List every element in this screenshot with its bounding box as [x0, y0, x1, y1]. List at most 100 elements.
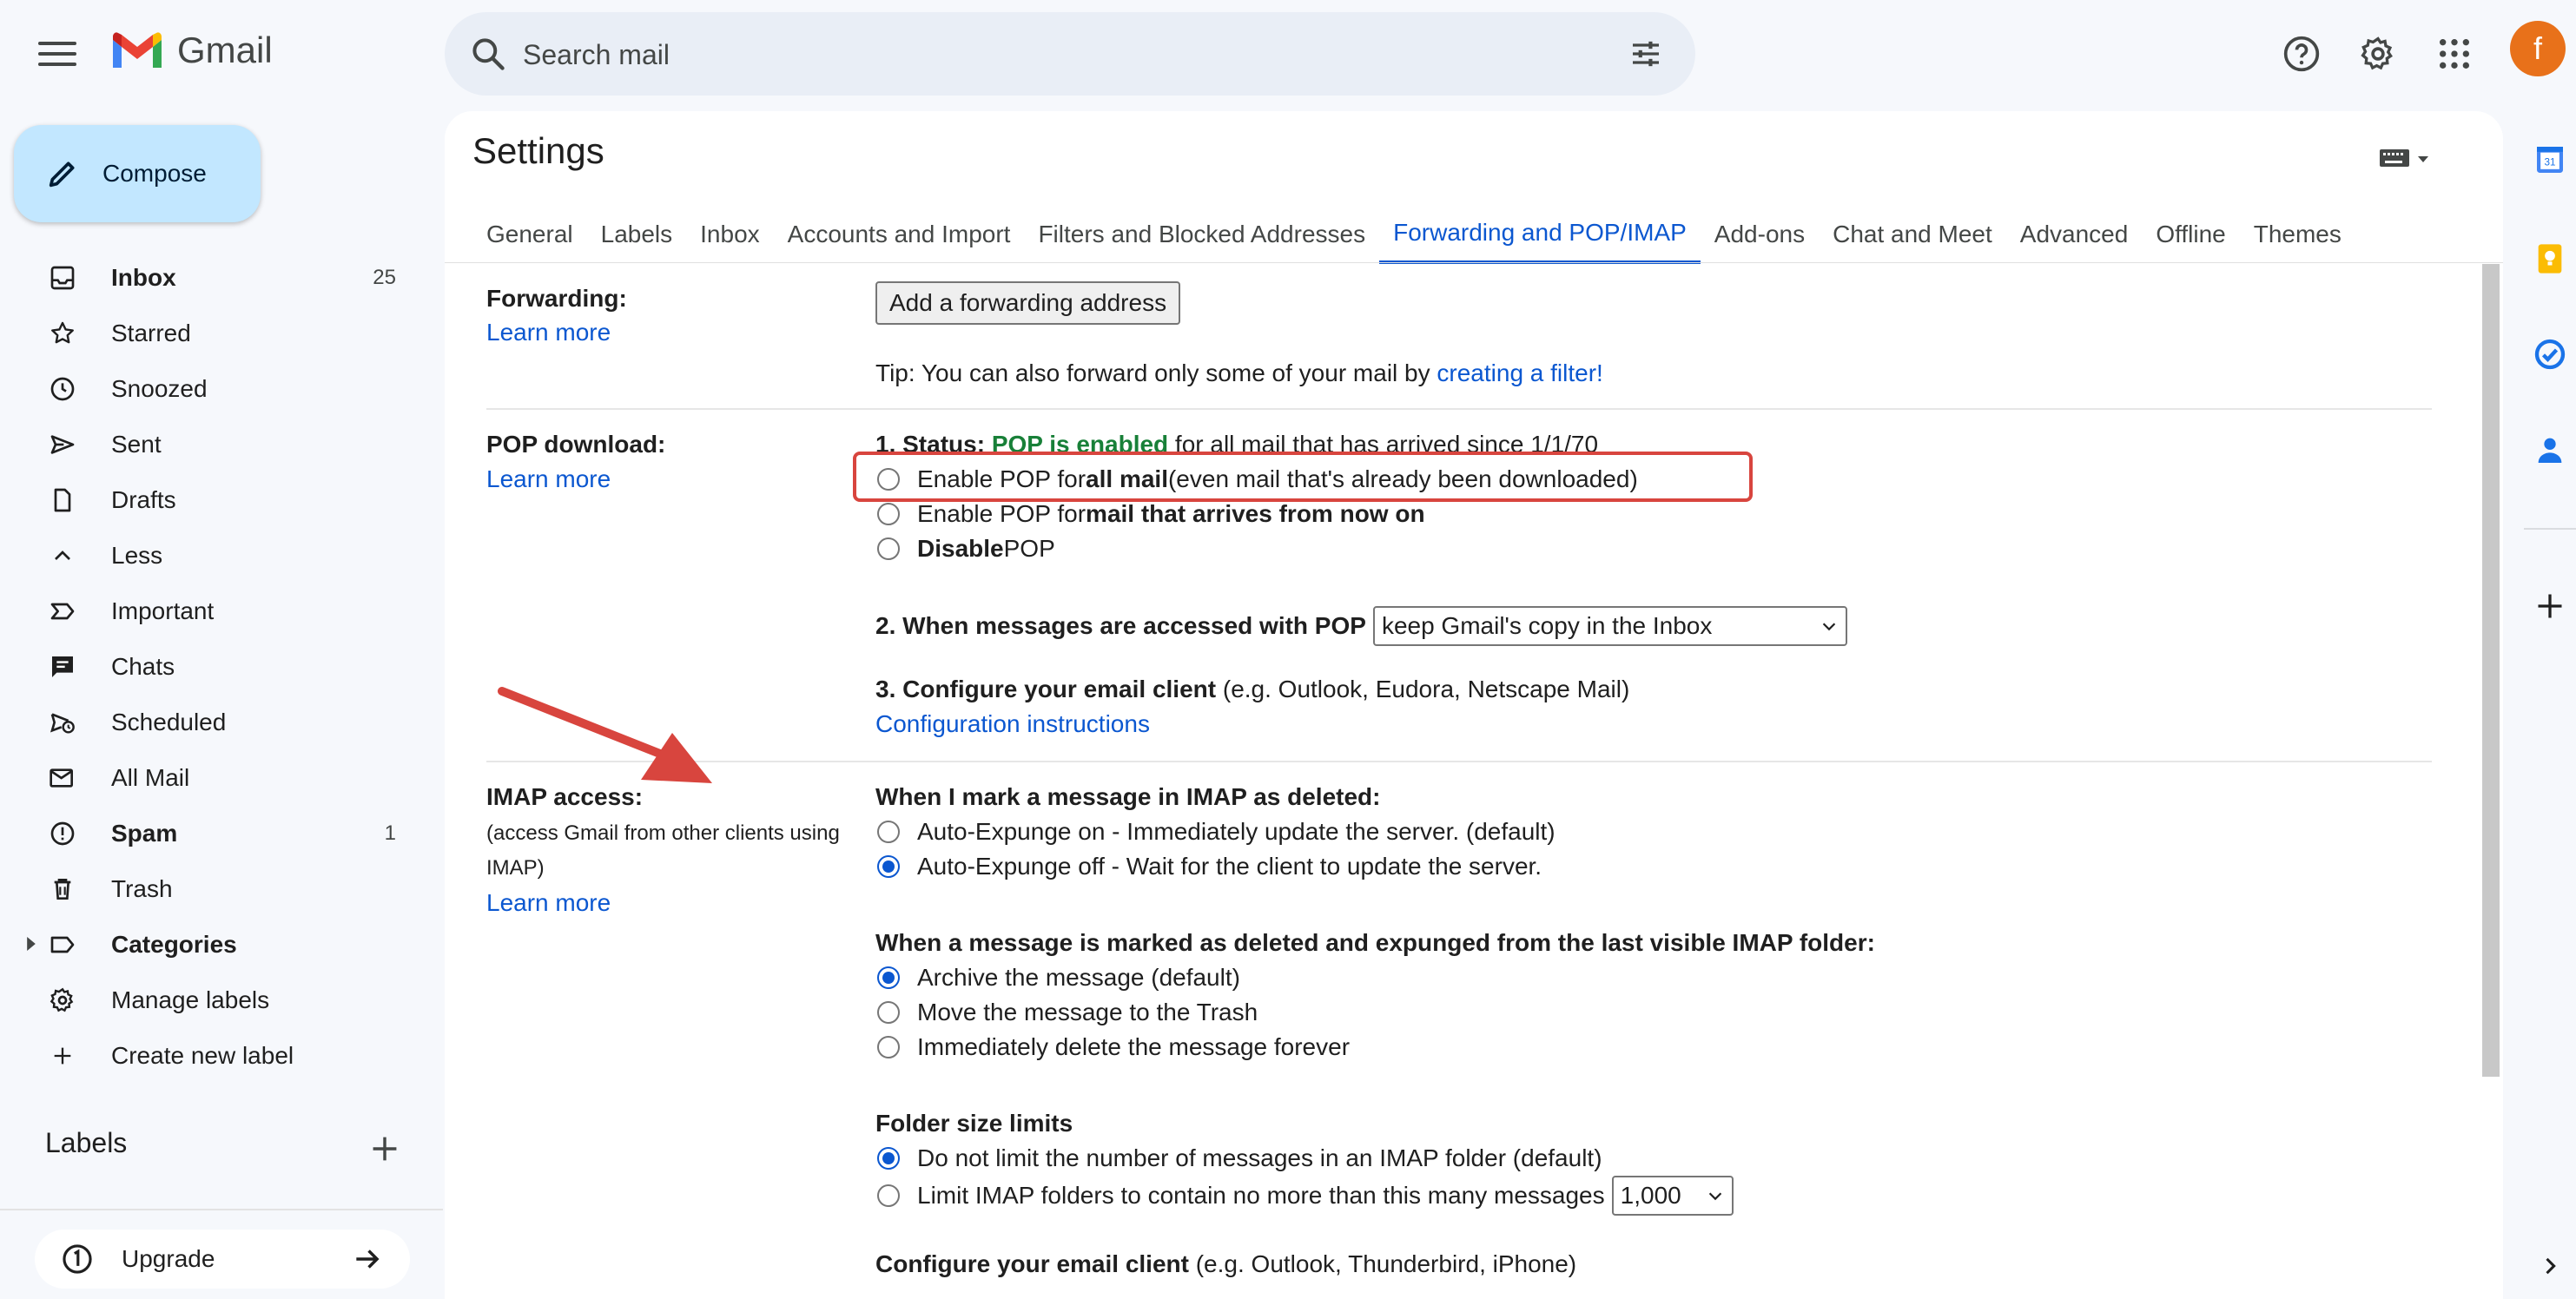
archive-message-radio[interactable] [877, 966, 900, 989]
plus-icon [45, 1039, 80, 1073]
account-avatar[interactable]: f [2510, 21, 2566, 76]
sidebar-item-sent[interactable]: Sent [0, 417, 434, 472]
imap-expunged-option-2[interactable]: Move the message to the Trash [877, 999, 1258, 1026]
arrow-right-icon [356, 1250, 380, 1269]
sidebar-item-chats[interactable]: Chats [0, 639, 434, 695]
forwarding-section-title: Forwarding: [486, 285, 627, 312]
input-tools-keyboard-icon[interactable] [2376, 144, 2437, 178]
star-icon [45, 316, 80, 351]
tabs-divider [445, 262, 2503, 263]
imap-subtitle: (access Gmail from other clients using I… [486, 821, 840, 880]
pop-option-from-now-on[interactable]: Enable POP for mail that arrives from no… [877, 500, 1425, 528]
scheduled-send-icon [45, 705, 80, 740]
pencil-icon [49, 162, 75, 188]
tab-offline[interactable]: Offline [2142, 205, 2239, 264]
creating-filter-link[interactable]: creating a filter! [1437, 359, 1602, 386]
section-divider [486, 761, 2432, 762]
settings-scrollbar[interactable] [2482, 264, 2500, 1077]
folder-size-option-1[interactable]: Do not limit the number of messages in a… [877, 1144, 1602, 1172]
help-icon[interactable] [2275, 28, 2328, 80]
keep-icon[interactable] [2531, 240, 2569, 278]
tab-general[interactable]: General [472, 205, 587, 264]
sidebar-item-important[interactable]: Important [0, 584, 434, 639]
settings-tabs: General Labels Inbox Accounts and Import… [472, 205, 2355, 264]
pop-option-all-mail[interactable]: Enable POP for all mail (even mail that'… [877, 465, 1638, 493]
pop-access-select[interactable]: keep Gmail's copy in the Inbox [1372, 606, 1847, 646]
pop-learn-more-link[interactable]: Learn more [486, 465, 611, 493]
pop-from-now-radio[interactable] [877, 503, 900, 525]
forwarding-learn-more-link[interactable]: Learn more [486, 319, 611, 346]
delete-forever-radio[interactable] [877, 1036, 900, 1058]
auto-expunge-off-radio[interactable] [877, 855, 900, 878]
pop-access-setting: 2. When messages are accessed with POP k… [875, 606, 1847, 646]
add-label-plus-icon[interactable] [365, 1129, 405, 1173]
chevron-down-icon [1708, 1192, 1721, 1201]
search-input[interactable] [521, 12, 1567, 97]
sidebar-item-less[interactable]: Less [0, 528, 434, 584]
gmail-m-icon [113, 32, 162, 68]
contacts-icon[interactable] [2531, 431, 2569, 469]
sidebar-item-categories[interactable]: Categories [0, 917, 434, 973]
chevron-up-icon [45, 538, 80, 573]
limit-folders-radio[interactable] [877, 1184, 900, 1207]
tab-inbox[interactable]: Inbox [686, 205, 774, 264]
important-label-icon [45, 594, 80, 629]
search-options-icon[interactable] [1628, 36, 1664, 71]
tab-accounts-and-import[interactable]: Accounts and Import [774, 205, 1025, 264]
sidebar-item-snoozed[interactable]: Snoozed [0, 361, 434, 417]
imap-expunged-option-3[interactable]: Immediately delete the message forever [877, 1033, 1350, 1061]
sidebar-item-scheduled[interactable]: Scheduled [0, 695, 434, 750]
tab-filters-and-blocked-addresses[interactable]: Filters and Blocked Addresses [1024, 205, 1379, 264]
folder-size-option-2[interactable]: Limit IMAP folders to contain no more th… [877, 1176, 1734, 1216]
settings-gear-icon[interactable] [2352, 28, 2404, 80]
get-addons-plus-icon[interactable] [2531, 587, 2569, 625]
tab-themes[interactable]: Themes [2240, 205, 2355, 264]
sidebar-item-spam[interactable]: Spam 1 [0, 806, 434, 861]
pop-all-mail-radio[interactable] [877, 468, 900, 491]
tab-forwarding-and-pop-imap[interactable]: Forwarding and POP/IMAP [1379, 205, 1701, 264]
tasks-icon[interactable] [2531, 335, 2569, 373]
compose-button[interactable]: Compose [14, 125, 261, 222]
chevron-down-icon [1822, 623, 1836, 631]
gmail-logo[interactable]: Gmail [109, 30, 273, 71]
pop-option-disable[interactable]: Disable POP [877, 535, 1055, 563]
sidebar-item-drafts[interactable]: Drafts [0, 472, 434, 528]
move-to-trash-radio[interactable] [877, 1001, 900, 1024]
sidebar-item-trash[interactable]: Trash [0, 861, 434, 917]
imap-deleted-option-2[interactable]: Auto-Expunge off - Wait for the client t… [877, 853, 1542, 880]
inbox-count: 25 [373, 266, 396, 289]
sidebar-item-starred[interactable]: Starred [0, 306, 434, 361]
configuration-instructions-link[interactable]: Configuration instructions [875, 710, 1150, 738]
tab-advanced[interactable]: Advanced [2006, 205, 2143, 264]
sidebar-item-create-label[interactable]: Create new label [0, 1028, 434, 1084]
pop-disable-radio[interactable] [877, 537, 900, 560]
auto-expunge-on-radio[interactable] [877, 821, 900, 843]
search-bar[interactable] [445, 12, 1695, 97]
tab-chat-and-meet[interactable]: Chat and Meet [1819, 205, 2006, 264]
spam-icon [45, 816, 80, 851]
add-forwarding-address-button[interactable]: Add a forwarding address [875, 281, 1181, 325]
no-limit-radio[interactable] [877, 1147, 900, 1170]
search-icon[interactable] [469, 35, 507, 73]
imap-expunged-option-1[interactable]: Archive the message (default) [877, 964, 1240, 992]
calendar-icon[interactable]: 31 [2531, 141, 2569, 179]
sidebar-item-manage-labels[interactable]: Manage labels [0, 973, 434, 1028]
main-menu-button[interactable] [38, 35, 76, 73]
sidebar-item-inbox[interactable]: Inbox 25 [0, 250, 434, 306]
tab-add-ons[interactable]: Add-ons [1701, 205, 1819, 264]
sidebar-nav: Inbox 25 Starred Snoozed Sent Drafts Les… [0, 250, 434, 1084]
rail-divider [2524, 528, 2576, 530]
upgrade-button[interactable]: Upgrade [35, 1230, 410, 1289]
apps-grid-icon[interactable] [2428, 28, 2480, 80]
all-mail-icon [45, 761, 80, 795]
show-side-panel-chevron-icon[interactable] [2531, 1247, 2569, 1285]
sidebar-item-all-mail[interactable]: All Mail [0, 750, 434, 806]
settings-panel [445, 111, 2503, 1299]
upgrade-circle-icon [63, 1244, 92, 1274]
expand-arrow-icon[interactable] [24, 931, 38, 959]
folder-limit-select[interactable]: 1,000 [1611, 1176, 1734, 1216]
imap-deleted-option-1[interactable]: Auto-Expunge on - Immediately update the… [877, 818, 1556, 846]
tab-labels[interactable]: Labels [587, 205, 687, 264]
gear-icon [45, 983, 80, 1018]
imap-learn-more-link[interactable]: Learn more [486, 889, 611, 917]
